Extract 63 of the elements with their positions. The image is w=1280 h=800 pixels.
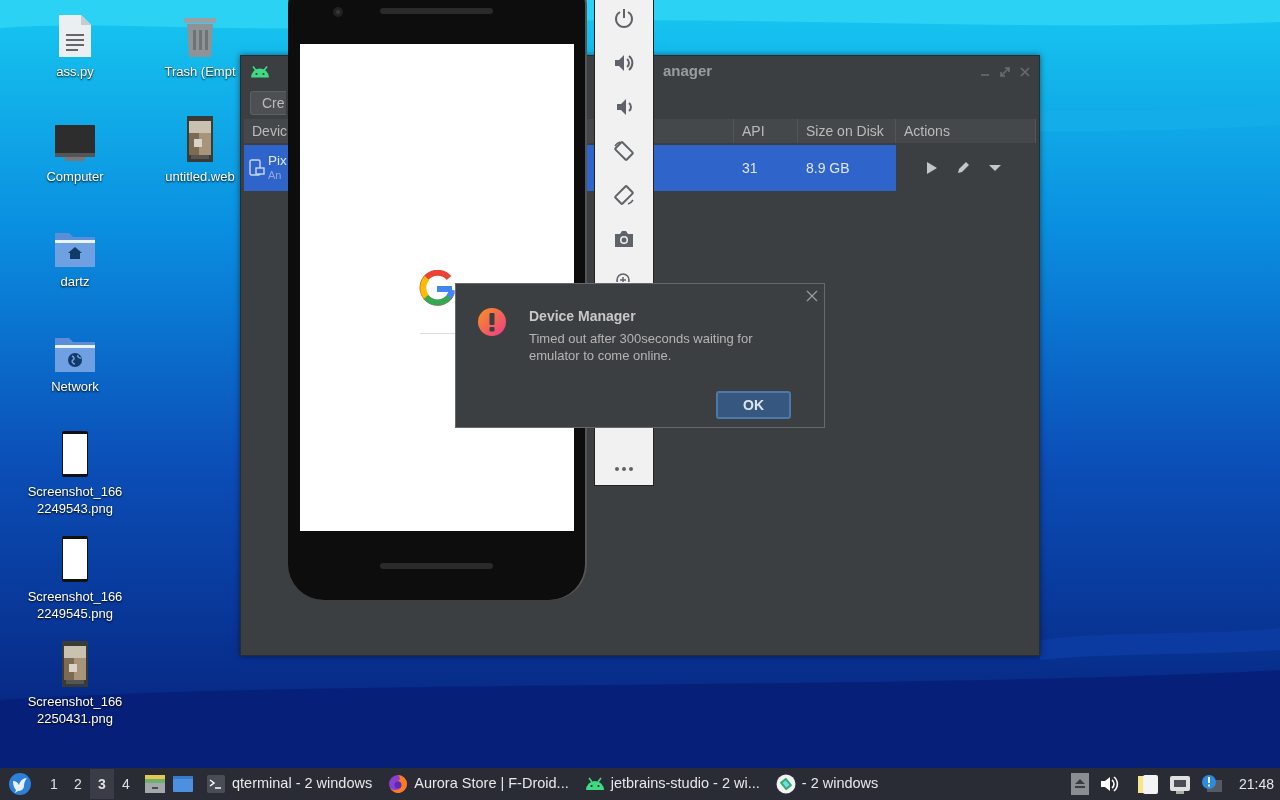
device-name: Pix [268,153,287,168]
app-icon [775,774,796,794]
ok-button[interactable]: OK [716,391,791,419]
phone-screenshot-icon[interactable] [61,430,89,478]
network-folder-icon[interactable] [54,335,96,373]
workspace-button[interactable]: 4 [114,769,138,799]
task-button[interactable]: jetbrains-studio - 2 wi... [576,769,768,799]
monitor-icon[interactable] [53,123,97,163]
table-cell: 31 [734,145,798,191]
column-header[interactable]: Size on Disk [798,119,896,143]
start-menu-icon[interactable] [8,772,32,796]
icon-label[interactable]: Screenshot_1662250431.png [26,693,124,727]
home-folder-icon[interactable] [54,230,96,268]
browser-icon [388,774,409,794]
close-button[interactable] [806,290,818,302]
table-cell: 8.9 GB [798,145,896,191]
icon-label[interactable]: Computer [46,168,104,185]
clock-text: 21:48 [1238,774,1275,794]
icon-label[interactable]: dartz [60,273,90,290]
icon-label[interactable]: Screenshot_1662249543.png [26,483,124,517]
pencil-icon [956,161,970,175]
task-button[interactable]: - 2 windows [767,769,887,799]
workspace-button[interactable]: 2 [66,769,90,799]
rotate-left-icon[interactable] [613,140,635,162]
document-icon[interactable] [56,14,94,58]
create-button[interactable]: Cre [250,91,286,115]
close-icon [806,290,818,302]
device-icon [249,159,265,177]
dialog-message: Timed out after 300seconds waiting for emulator to come online. [529,330,754,364]
volume-icon[interactable] [1098,775,1119,793]
task-button[interactable]: qterminal - 2 windows [198,769,381,799]
column-header[interactable]: Devic [244,119,288,143]
table-cell[interactable]: Pix An [244,145,288,191]
play-icon [926,161,938,175]
column-header[interactable]: Actions [896,119,1036,143]
file-cabinet-icon[interactable] [144,774,166,794]
error-icon [477,307,507,337]
icon-label[interactable]: untitled.web [165,168,235,185]
terminal-icon [206,774,226,794]
device-subtitle: An [268,168,283,183]
volume-up-icon[interactable] [613,52,635,74]
window-title: anager [663,61,713,82]
icon-label[interactable]: Screenshot_1662249545.png [26,588,124,622]
rotate-right-icon[interactable] [613,184,635,206]
eject-icon[interactable] [1070,773,1089,795]
column-header[interactable]: API [734,119,798,143]
power-icon[interactable] [613,8,635,30]
phone-screenshot-icon[interactable] [61,535,89,583]
more-icon[interactable] [615,467,633,471]
workspace-button[interactable]: 3 [90,769,114,799]
caret-icon [988,164,1002,172]
dialog-title: Device Manager [529,307,637,325]
icon-label[interactable]: Network [51,378,99,395]
colored-g-icon [419,270,455,306]
network-icon[interactable] [1168,774,1191,794]
robot-icon [249,64,271,79]
camera-lens-icon [332,6,344,18]
notification-icon[interactable] [1200,774,1223,794]
workspace-button[interactable]: 1 [42,769,66,799]
window-icon[interactable] [172,775,194,793]
notes-icon[interactable] [1136,773,1159,795]
task-button[interactable]: Aurora Store | F-Droid... [380,769,577,799]
camera-icon[interactable] [613,228,635,250]
